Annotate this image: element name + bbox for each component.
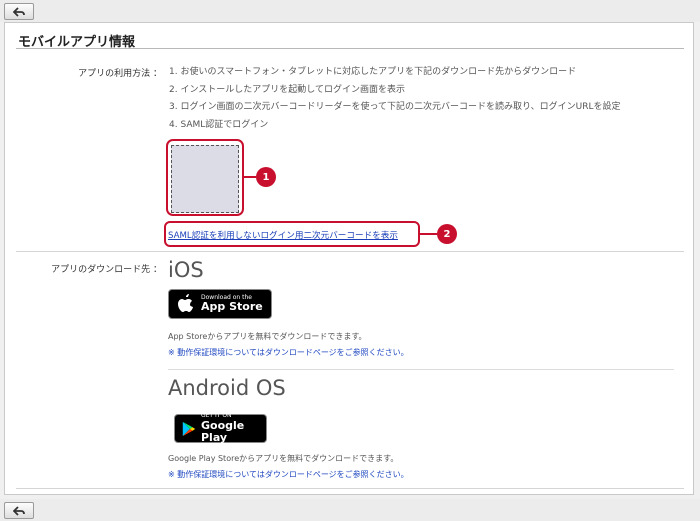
usage-step: 1. お使いのスマートフォン・タブレットに対応したアプリを下記のダウンロード先か… <box>169 67 577 77</box>
ios-description: App Storeからアプリを無料でダウンロードできます。 <box>168 332 367 341</box>
badge-store-name: Google Play <box>200 418 245 444</box>
callout-badge-2: 2 <box>437 224 457 244</box>
back-arrow-icon <box>13 505 25 516</box>
ios-note: ※ 動作保証環境についてはダウンロードページをご参照ください。 <box>168 348 409 357</box>
android-title: Android OS <box>168 376 286 400</box>
back-button[interactable] <box>4 3 34 20</box>
bottom-toolbar <box>0 499 700 521</box>
title-divider <box>16 48 684 49</box>
show-qr-code-link[interactable]: SAML認証を利用しないログイン用二次元バーコードを表示 <box>168 229 398 241</box>
usage-step: 2. インストールしたアプリを起動してログイン画面を表示 <box>169 84 405 95</box>
download-label: アプリのダウンロード先 ： <box>51 265 162 275</box>
usage-steps: 1. お使いのスマートフォン・タブレットに対応したアプリを下記のダウンロード先か… <box>169 64 621 134</box>
usage-step: 4. SAML認証でログイン <box>169 119 269 130</box>
usage-label: アプリの利用方法 ： <box>78 69 162 79</box>
back-button[interactable] <box>4 502 34 519</box>
ios-title: iOS <box>168 258 204 282</box>
callout-badge-1: 1 <box>256 167 276 187</box>
section-divider <box>16 251 684 252</box>
app-store-badge[interactable]: Download on the App Store <box>168 289 272 319</box>
apple-icon <box>178 294 193 312</box>
badge-store-name: App Store <box>201 300 263 314</box>
qr-code-highlight <box>166 139 244 216</box>
callout-connector <box>244 176 256 178</box>
usage-step: 3. ログイン画面の二次元バーコードリーダーを使って下記の二次元バーコードを読み… <box>169 102 621 112</box>
callout-connector <box>420 233 437 235</box>
google-play-icon <box>182 421 196 436</box>
android-note: ※ 動作保証環境についてはダウンロードページをご参照ください。 <box>168 470 409 479</box>
google-play-badge[interactable]: GET IT ON Google Play <box>174 413 267 444</box>
android-description: Google Play Storeからアプリを無料でダウンロードできます。 <box>168 454 399 463</box>
top-toolbar <box>0 0 700 22</box>
bottom-divider <box>16 488 684 489</box>
back-arrow-icon <box>13 6 25 17</box>
platform-divider <box>168 369 674 370</box>
